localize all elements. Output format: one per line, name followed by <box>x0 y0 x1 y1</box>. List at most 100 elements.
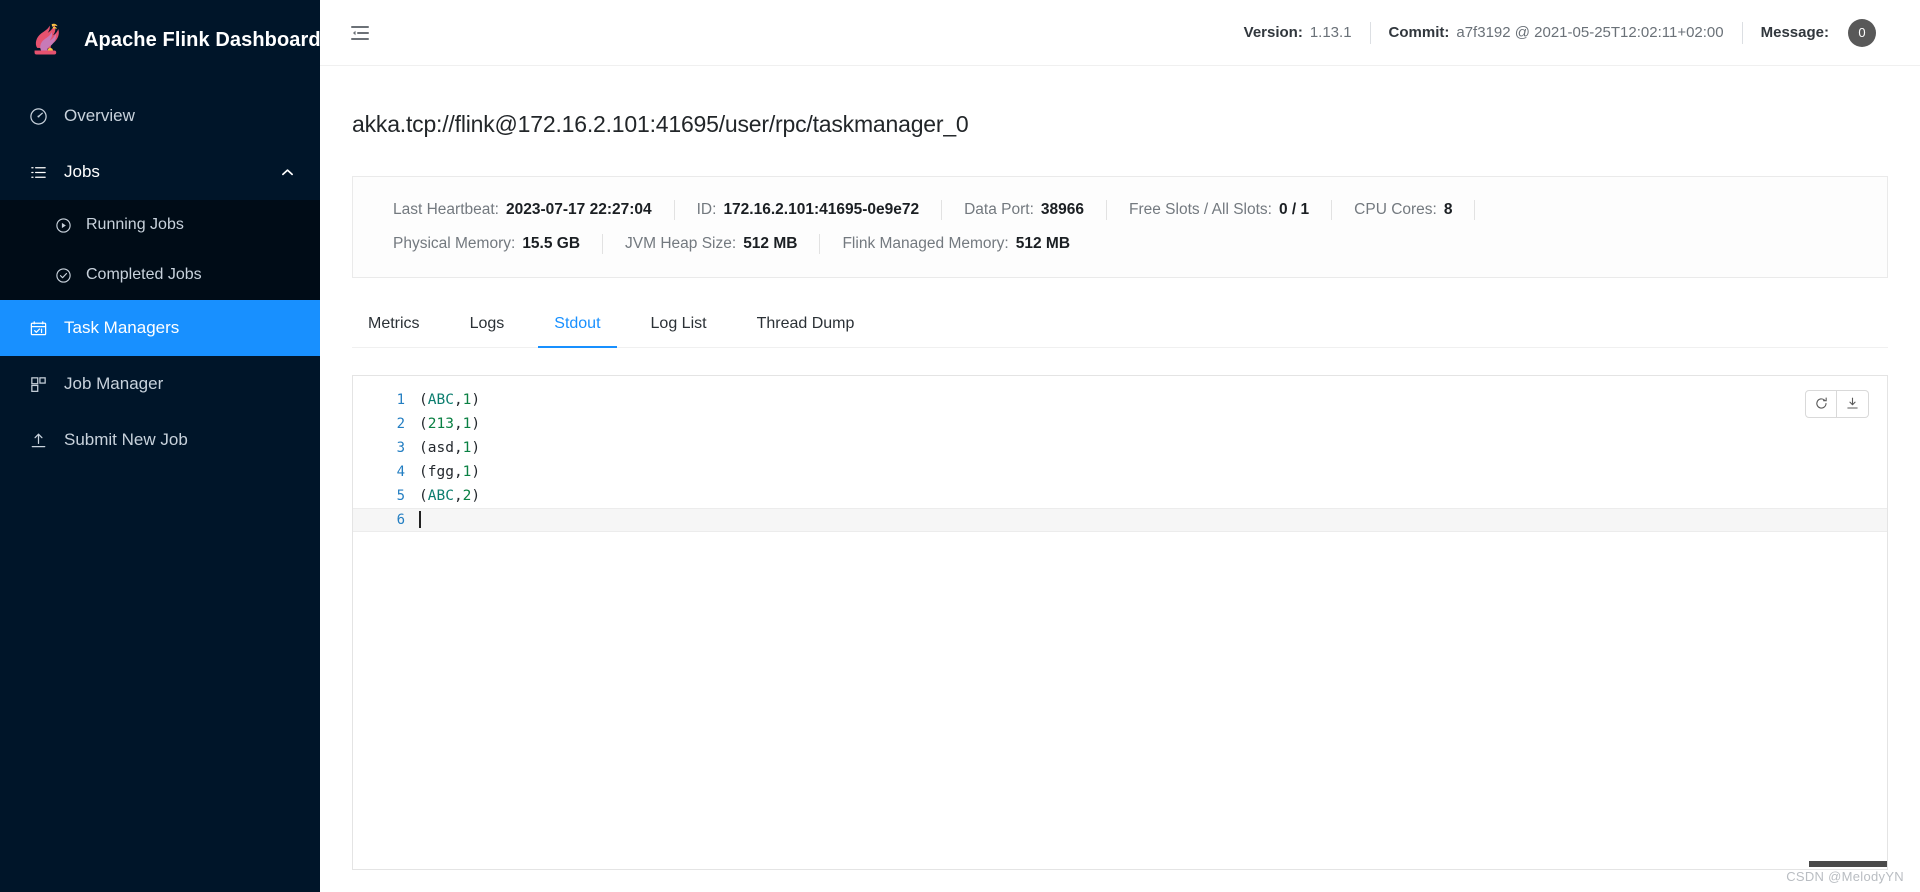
token-word: 213 <box>427 415 454 432</box>
line-text: (asd,1) <box>419 436 480 460</box>
code-line: 2 (213,1) <box>353 412 1887 436</box>
code-line: 4 (fgg,1) <box>353 460 1887 484</box>
line-number: 2 <box>396 415 405 432</box>
text-caret <box>419 511 421 529</box>
line-text: (fgg,1) <box>419 460 480 484</box>
code-content[interactable]: 1 (ABC,1) 2 (213,1) 3 (asd,1) 4 (fgg,1) <box>353 376 1887 532</box>
token-paren-open: ( <box>419 391 428 408</box>
app-root: Apache Flink Dashboard Overview Jobs Run… <box>0 0 1920 892</box>
sidebar: Apache Flink Dashboard Overview Jobs Run… <box>0 0 321 892</box>
horizontal-scrollbar[interactable] <box>353 861 1887 869</box>
chevron-up-icon[interactable] <box>280 165 294 179</box>
info-value: 38966 <box>1040 200 1084 218</box>
token-word: ABC <box>427 487 454 504</box>
page-title: akka.tcp://flink@172.16.2.101:41695/user… <box>352 111 969 138</box>
topbar: Version: 1.13.1 Commit: a7f3192 @ 2021-0… <box>320 0 1920 66</box>
tab-thread-dump[interactable]: Thread Dump <box>741 315 871 347</box>
download-icon[interactable] <box>1837 389 1869 418</box>
info-key: JVM Heap Size: <box>625 234 737 252</box>
list-icon <box>28 162 48 182</box>
message-info[interactable]: Message: 0 <box>1743 18 1894 47</box>
sidebar-item-job-manager[interactable]: Job Manager <box>0 356 320 412</box>
commit-info: Commit: a7f3192 @ 2021-05-25T12:02:11+02… <box>1371 24 1742 41</box>
topbar-info: Version: 1.13.1 Commit: a7f3192 @ 2021-0… <box>1226 18 1894 47</box>
sidebar-item-label: Submit New Job <box>64 430 188 449</box>
sidebar-item-completed-jobs[interactable]: Completed Jobs <box>0 250 320 300</box>
token-word: asd <box>427 439 454 456</box>
scrollbar-thumb[interactable] <box>1809 861 1887 867</box>
info-jvm-heap-size: JVM Heap Size: 512 MB <box>603 235 819 253</box>
info-last-heartbeat: Last Heartbeat: 2023-07-17 22:27:04 <box>371 201 674 219</box>
token-word: ABC <box>427 391 454 408</box>
info-flink-managed-memory: Flink Managed Memory: 512 MB <box>820 235 1092 253</box>
tab-log-list[interactable]: Log List <box>635 315 723 347</box>
sidebar-item-running-jobs[interactable]: Running Jobs <box>0 200 320 250</box>
info-id: ID: 172.16.2.101:41695-0e9e72 <box>675 201 941 219</box>
check-circle-icon <box>54 266 72 284</box>
sidebar-subitem-label: Running Jobs <box>86 216 184 233</box>
info-row-2: Physical Memory: 15.5 GB JVM Heap Size: … <box>353 227 1887 261</box>
code-line: 3 (asd,1) <box>353 436 1887 460</box>
info-value: 8 <box>1443 200 1453 218</box>
message-count-badge[interactable]: 0 <box>1848 18 1876 47</box>
line-number: 3 <box>396 439 405 456</box>
token-paren-close: ) <box>471 439 481 456</box>
code-line: 5 (ABC,2) <box>353 484 1887 508</box>
cluster-icon <box>28 374 48 394</box>
version-value: 1.13.1 <box>1309 24 1352 41</box>
info-cpu-cores: CPU Cores: 8 <box>1332 201 1474 219</box>
token-paren-close: ) <box>471 415 481 432</box>
sidebar-item-overview[interactable]: Overview <box>0 88 320 144</box>
message-label: Message: <box>1760 24 1829 41</box>
editor-toolbar <box>1805 389 1869 418</box>
commit-value: a7f3192 @ 2021-05-25T12:02:11+02:00 <box>1456 24 1724 41</box>
info-value: 2023-07-17 22:27:04 <box>505 200 652 218</box>
token-word: fgg <box>427 463 454 480</box>
info-key: Physical Memory: <box>393 234 516 252</box>
info-value: 15.5 GB <box>522 234 581 252</box>
info-data-port: Data Port: 38966 <box>942 201 1106 219</box>
jobs-submenu: Running Jobs Completed Jobs <box>0 200 320 300</box>
sidebar-item-submit-new-job[interactable]: Submit New Job <box>0 412 320 468</box>
info-key: Data Port: <box>964 200 1034 218</box>
token-comma: , <box>453 439 463 456</box>
sidebar-item-label: Overview <box>64 106 135 125</box>
tab-bar: Metrics Logs Stdout Log List Thread Dump <box>352 294 1888 348</box>
taskmanager-info-card: Last Heartbeat: 2023-07-17 22:27:04 ID: … <box>352 175 1888 278</box>
sidebar-subitem-label: Completed Jobs <box>86 266 202 283</box>
info-key: Flink Managed Memory: <box>842 234 1009 252</box>
line-text: (213,1) <box>419 412 480 436</box>
taskmanager-icon <box>28 318 48 338</box>
tab-metrics[interactable]: Metrics <box>352 315 436 347</box>
info-free-slots: Free Slots / All Slots: 0 / 1 <box>1107 201 1331 219</box>
tab-logs[interactable]: Logs <box>454 315 521 347</box>
play-circle-icon <box>54 216 72 234</box>
token-comma: , <box>453 487 463 504</box>
token-paren-close: ) <box>471 391 481 408</box>
line-number: 4 <box>396 463 405 480</box>
stdout-editor: 1 (ABC,1) 2 (213,1) 3 (asd,1) 4 (fgg,1) <box>352 374 1888 870</box>
info-key: ID: <box>696 200 717 218</box>
brand[interactable]: Apache Flink Dashboard <box>0 0 321 80</box>
token-comma: , <box>453 391 463 408</box>
info-value: 512 MB <box>743 234 798 252</box>
commit-label: Commit: <box>1388 24 1450 41</box>
sidebar-item-label: Job Manager <box>64 374 164 393</box>
upload-icon <box>28 430 48 450</box>
line-text: (ABC,2) <box>419 484 480 508</box>
main-area: Version: 1.13.1 Commit: a7f3192 @ 2021-0… <box>320 0 1920 892</box>
version-info: Version: 1.13.1 <box>1226 24 1370 41</box>
tab-stdout[interactable]: Stdout <box>538 315 617 348</box>
sidebar-item-label: Jobs <box>64 162 100 181</box>
info-value: 172.16.2.101:41695-0e9e72 <box>723 200 920 218</box>
info-value: 0 / 1 <box>1278 200 1310 218</box>
watermark: CSDN @MelodyYN <box>1786 869 1904 884</box>
menu-fold-icon[interactable] <box>344 17 376 49</box>
token-paren-close: ) <box>471 463 481 480</box>
sidebar-nav: Overview Jobs Running Jobs Completed Job… <box>0 88 320 468</box>
line-number: 6 <box>396 511 405 528</box>
refresh-icon[interactable] <box>1805 389 1837 418</box>
sidebar-item-jobs[interactable]: Jobs <box>0 144 320 200</box>
sidebar-item-task-managers[interactable]: Task Managers <box>0 300 320 356</box>
info-physical-memory: Physical Memory: 15.5 GB <box>371 235 602 253</box>
